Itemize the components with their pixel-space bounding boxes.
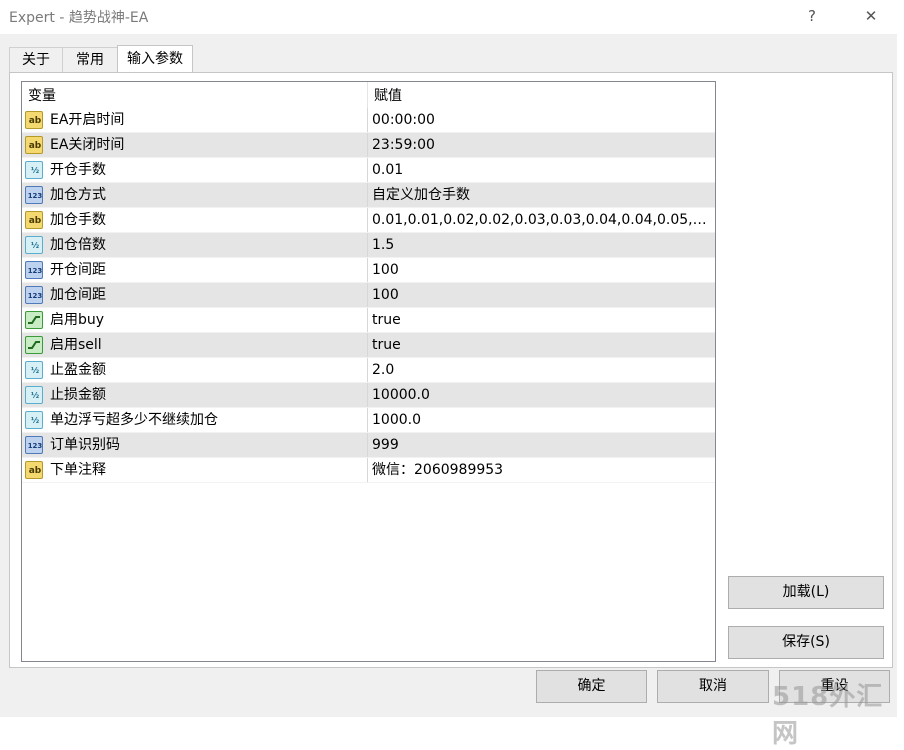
row-value[interactable]: 100 bbox=[372, 283, 712, 307]
table-row[interactable]: ½ 单边浮亏超多少不继续加仓 1000.0 bbox=[22, 408, 715, 433]
integer-type-icon: 123 bbox=[25, 286, 43, 304]
row-value[interactable]: 自定义加仓手数 bbox=[372, 183, 712, 207]
table-row[interactable]: ab 加仓手数 0.01,0.01,0.02,0.02,0.03,0.03,0.04… bbox=[22, 208, 715, 233]
tab-about[interactable]: 关于 bbox=[9, 47, 63, 73]
tab-inputs[interactable]: 输入参数 bbox=[117, 45, 193, 74]
table-row[interactable]: ½ 止盈金额 2.0 bbox=[22, 358, 715, 383]
double-type-icon: ½ bbox=[25, 236, 43, 254]
row-value[interactable]: 100 bbox=[372, 258, 712, 282]
table-row[interactable]: 123 开仓间距 100 bbox=[22, 258, 715, 283]
table-row[interactable]: 启用buy true bbox=[22, 308, 715, 333]
row-value[interactable]: 23:59:00 bbox=[372, 133, 712, 157]
table-row[interactable]: ab EA开启时间 00:00:00 bbox=[22, 108, 715, 133]
background-strip bbox=[897, 34, 904, 717]
row-variable-name: 单边浮亏超多少不继续加仓 bbox=[50, 408, 368, 432]
string-type-icon: ab bbox=[25, 111, 43, 129]
row-value[interactable]: 0.01 bbox=[372, 158, 712, 182]
table-row[interactable]: ½ 加仓倍数 1.5 bbox=[22, 233, 715, 258]
help-button[interactable]: ? bbox=[797, 4, 827, 28]
row-variable-name: 启用buy bbox=[50, 308, 368, 332]
header-variable[interactable]: 变量 bbox=[22, 82, 368, 108]
watermark-logo: 518外汇网 bbox=[772, 682, 884, 749]
row-value[interactable]: 00:00:00 bbox=[372, 108, 712, 132]
string-type-icon: ab bbox=[25, 211, 43, 229]
row-variable-name: 订单识别码 bbox=[50, 433, 368, 457]
bool-type-icon bbox=[25, 336, 43, 354]
row-variable-name: EA开启时间 bbox=[50, 108, 368, 132]
load-button[interactable]: 加载(L) bbox=[728, 576, 884, 609]
row-variable-name: 启用sell bbox=[50, 333, 368, 357]
row-value[interactable]: 0.01,0.01,0.02,0.02,0.03,0.03,0.04,0.04,… bbox=[372, 208, 712, 232]
double-type-icon: ½ bbox=[25, 386, 43, 404]
string-type-icon: ab bbox=[25, 461, 43, 479]
double-type-icon: ½ bbox=[25, 361, 43, 379]
save-button[interactable]: 保存(S) bbox=[728, 626, 884, 659]
row-variable-name: 下单注释 bbox=[50, 458, 368, 482]
table-row[interactable]: ½ 开仓手数 0.01 bbox=[22, 158, 715, 183]
parameters-grid[interactable]: 变量 赋值 ab EA开启时间 00:00:00 ab EA关闭时间 23:59:00 ½ 开… bbox=[21, 81, 716, 662]
table-row[interactable]: 123 加仓间距 100 bbox=[22, 283, 715, 308]
integer-type-icon: 123 bbox=[25, 261, 43, 279]
table-row[interactable]: ab EA关闭时间 23:59:00 bbox=[22, 133, 715, 158]
table-row[interactable]: ½ 止损金额 10000.0 bbox=[22, 383, 715, 408]
header-value[interactable]: 赋值 bbox=[368, 82, 715, 108]
row-value[interactable]: true bbox=[372, 308, 712, 332]
row-value[interactable]: true bbox=[372, 333, 712, 357]
integer-type-icon: 123 bbox=[25, 186, 43, 204]
row-value[interactable]: 1.5 bbox=[372, 233, 712, 257]
row-variable-name: 止盈金额 bbox=[50, 358, 368, 382]
table-row[interactable]: ab 下单注释 微信：2060989953 bbox=[22, 458, 715, 483]
table-row[interactable]: 123 加仓方式 自定义加仓手数 bbox=[22, 183, 715, 208]
row-value[interactable]: 1000.0 bbox=[372, 408, 712, 432]
bool-type-icon bbox=[25, 311, 43, 329]
double-type-icon: ½ bbox=[25, 411, 43, 429]
table-row[interactable]: 123 订单识别码 999 bbox=[22, 433, 715, 458]
tab-common[interactable]: 常用 bbox=[62, 47, 118, 73]
row-variable-name: EA关闭时间 bbox=[50, 133, 368, 157]
title-bar: Expert - 趋势战神-EA ? ✕ bbox=[0, 0, 904, 34]
row-value[interactable]: 999 bbox=[372, 433, 712, 457]
row-variable-name: 加仓间距 bbox=[50, 283, 368, 307]
row-value[interactable]: 微信：2060989953 bbox=[372, 458, 712, 482]
row-variable-name: 加仓方式 bbox=[50, 183, 368, 207]
row-value[interactable]: 10000.0 bbox=[372, 383, 712, 407]
row-value[interactable]: 2.0 bbox=[372, 358, 712, 382]
grid-header: 变量 赋值 bbox=[22, 82, 715, 108]
window-title: Expert - 趋势战神-EA bbox=[9, 10, 149, 26]
row-variable-name: 开仓手数 bbox=[50, 158, 368, 182]
row-variable-name: 开仓间距 bbox=[50, 258, 368, 282]
expert-properties-window: Expert - 趋势战神-EA ? ✕ 关于 常用 输入参数 变量 赋值 ab… bbox=[0, 0, 904, 749]
row-variable-name: 加仓倍数 bbox=[50, 233, 368, 257]
integer-type-icon: 123 bbox=[25, 436, 43, 454]
double-type-icon: ½ bbox=[25, 161, 43, 179]
table-row[interactable]: 启用sell true bbox=[22, 333, 715, 358]
ok-button[interactable]: 确定 bbox=[536, 670, 647, 703]
row-variable-name: 止损金额 bbox=[50, 383, 368, 407]
string-type-icon: ab bbox=[25, 136, 43, 154]
row-variable-name: 加仓手数 bbox=[50, 208, 368, 232]
cancel-button[interactable]: 取消 bbox=[657, 670, 769, 703]
close-button[interactable]: ✕ bbox=[856, 4, 886, 28]
